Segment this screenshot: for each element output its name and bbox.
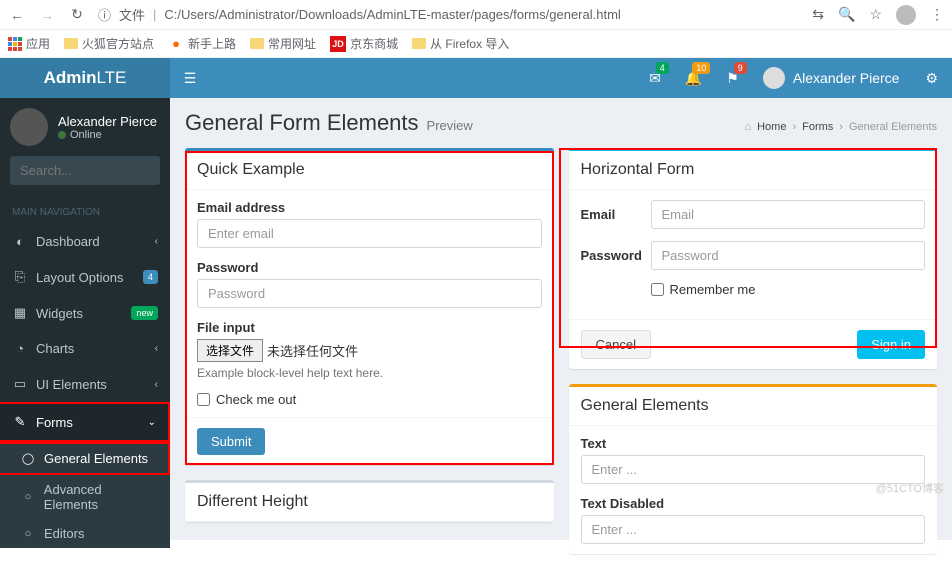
dashboard-icon: ◐ [12, 234, 28, 249]
email-input[interactable] [197, 219, 542, 248]
notifications-badge: 10 [692, 62, 710, 74]
page-title: General Form Elements [185, 110, 419, 136]
url-bar[interactable]: ⓘ 文件 | C:/Users/Administrator/Downloads/… [98, 5, 800, 24]
bookmark-import[interactable]: 从 Firefox 导入 [412, 35, 509, 52]
circle-icon: ○ [20, 528, 36, 540]
h-password-input[interactable] [651, 241, 926, 270]
box-general-elements: General Elements Text Text Disabled [569, 384, 938, 554]
edit-icon: ✎ [12, 414, 28, 430]
watermark: @51CTO博客 [876, 480, 944, 496]
pie-chart-icon: ◔ [12, 341, 28, 356]
profile-icon[interactable] [896, 5, 916, 25]
browser-back[interactable]: ← [8, 6, 26, 24]
sidebar-item-ui-elements[interactable]: ▭ UI Elements‹ [0, 366, 170, 402]
sidebar-toggle[interactable]: ☰ [170, 58, 210, 98]
box-title: General Elements [569, 387, 938, 426]
user-name-label: Alexander Pierce [793, 70, 900, 86]
bookmark-common[interactable]: 常用网址 [250, 35, 316, 52]
nav-notifications[interactable]: 🔔 10 [673, 58, 714, 98]
sidebar-item-dashboard[interactable]: ◐ Dashboard‹ [0, 224, 170, 259]
files-icon: ⎘ [12, 269, 28, 285]
text-disabled-input [581, 515, 926, 544]
box-different-height: Different Height [185, 480, 554, 522]
logo[interactable]: AdminLTE [0, 58, 170, 98]
info-icon: ⓘ [98, 5, 111, 24]
bookmark-newbie[interactable]: ●新手上路 [168, 35, 236, 52]
nav-tasks[interactable]: ⚑ 9 [714, 58, 751, 98]
sidebar-header: MAIN NAVIGATION [0, 201, 170, 224]
email-label: Email address [197, 200, 542, 215]
box-title: Quick Example [185, 151, 554, 190]
sidebar-user-status[interactable]: Online [58, 129, 157, 141]
check-me-out[interactable] [197, 393, 210, 406]
avatar [763, 67, 785, 89]
browser-reload[interactable]: ↻ [68, 6, 86, 24]
menu-icon[interactable]: ⋮ [930, 6, 944, 23]
password-input[interactable] [197, 279, 542, 308]
sidebar-item-charts[interactable]: ◔ Charts‹ [0, 331, 170, 366]
box-horizontal-form: Horizontal Form Email Password [569, 148, 938, 369]
check-label: Check me out [216, 392, 296, 407]
circle-icon: ○ [20, 491, 36, 503]
sidebar-item-layout[interactable]: ⎘ Layout Options 4 [0, 259, 170, 295]
messages-badge: 4 [656, 62, 669, 74]
nav-settings[interactable]: ⚙ [911, 70, 952, 87]
url-prefix: 文件 [119, 5, 145, 24]
remember-label: Remember me [670, 282, 756, 297]
user-panel: Alexander Pierce Online [0, 98, 170, 156]
circle-icon: ◯ [20, 452, 36, 465]
tasks-badge: 9 [734, 62, 747, 74]
file-choose-button[interactable]: 选择文件 [197, 339, 263, 362]
sidebar-user-name: Alexander Pierce [58, 114, 157, 129]
text-disabled-label: Text Disabled [581, 496, 926, 511]
breadcrumb: ⌂ Home› Forms› General Elements [744, 121, 937, 133]
avatar [10, 108, 48, 146]
browser-forward[interactable]: → [38, 6, 56, 24]
box-quick-example: Quick Example Email address Password Fil… [185, 148, 554, 465]
bookmark-apps[interactable]: 应用 [8, 35, 50, 52]
nav-user[interactable]: Alexander Pierce [751, 67, 912, 89]
laptop-icon: ▭ [12, 376, 28, 392]
page-subtitle: Preview [427, 118, 473, 133]
remember-checkbox[interactable] [651, 283, 664, 296]
sidebar-subitem-editors[interactable]: ○ Editors [0, 519, 170, 548]
sidebar-item-forms[interactable]: ✎ Forms⌄ [0, 402, 170, 442]
file-help: Example block-level help text here. [197, 366, 542, 380]
sidebar-subitem-general-elements[interactable]: ◯ General Elements [0, 442, 170, 475]
bookmark-firefox-official[interactable]: 火狐官方站点 [64, 35, 154, 52]
h-password-label: Password [581, 248, 651, 263]
h-email-label: Email [581, 207, 651, 222]
file-status: 未选择任何文件 [267, 341, 358, 360]
breadcrumb-forms[interactable]: Forms [802, 121, 833, 133]
nav-messages[interactable]: ✉ 4 [637, 58, 673, 98]
widgets-badge: new [131, 306, 158, 320]
sidebar-subitem-advanced-elements[interactable]: ○ Advanced Elements [0, 475, 170, 519]
zoom-icon[interactable]: 🔍 [838, 6, 855, 23]
breadcrumb-current: General Elements [849, 121, 937, 133]
signin-button[interactable]: Sign in [857, 330, 925, 359]
box-title: Horizontal Form [569, 151, 938, 190]
bookmark-jd[interactable]: JD京东商城 [330, 35, 398, 52]
password-label: Password [197, 260, 542, 275]
cancel-button[interactable]: Cancel [581, 330, 651, 359]
breadcrumb-home[interactable]: Home [757, 121, 786, 133]
th-icon: ▦ [12, 305, 28, 321]
gears-icon: ⚙ [925, 70, 938, 86]
star-icon[interactable]: ☆ [869, 6, 882, 23]
file-label: File input [197, 320, 542, 335]
h-email-input[interactable] [651, 200, 926, 229]
box-title: Different Height [185, 483, 554, 522]
url-text: C:/Users/Administrator/Downloads/AdminLT… [164, 7, 620, 22]
text-input[interactable] [581, 455, 926, 484]
home-icon: ⌂ [744, 121, 751, 133]
layout-badge: 4 [143, 270, 158, 284]
submit-button[interactable]: Submit [197, 428, 265, 455]
text-label: Text [581, 436, 926, 451]
translate-icon[interactable]: ⇆ [812, 6, 824, 23]
sidebar-item-widgets[interactable]: ▦ Widgets new [0, 295, 170, 331]
